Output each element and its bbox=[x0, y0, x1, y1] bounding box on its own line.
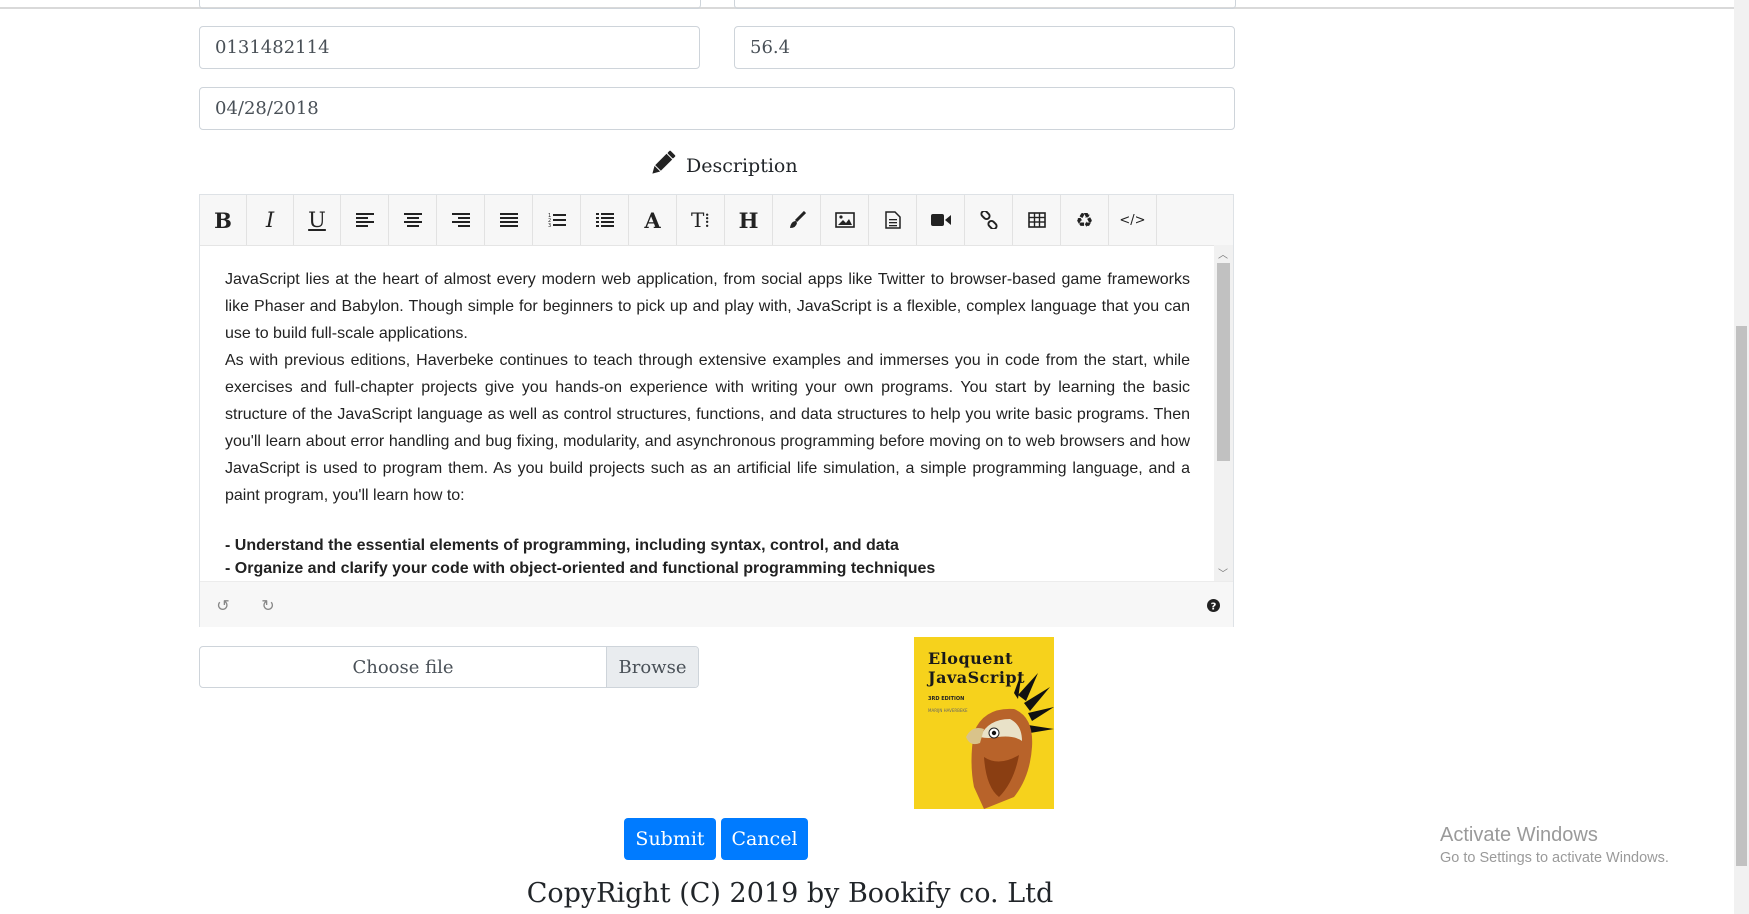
description-bullet: - Understand the essential elements of p… bbox=[225, 537, 899, 554]
file-icon bbox=[884, 211, 901, 229]
scroll-up-icon[interactable]: ︿ bbox=[1218, 246, 1228, 261]
isbn-input[interactable]: 0131482114 bbox=[199, 26, 700, 69]
undo-icon[interactable]: ↺ bbox=[212, 594, 234, 616]
file-input-label: Choose file bbox=[352, 656, 454, 678]
justify-button[interactable] bbox=[485, 195, 533, 245]
insert-image-button[interactable] bbox=[821, 195, 869, 245]
page-scrollbar-thumb[interactable] bbox=[1736, 326, 1747, 866]
font-color-button[interactable]: A bbox=[629, 195, 677, 245]
editor-toolbar: B I U 123 A T⁞ H ♻ </> bbox=[200, 195, 1233, 246]
activate-windows-watermark: Activate Windows Go to Settings to activ… bbox=[1440, 824, 1669, 866]
editor-statusbar: ↺ ↻ ? bbox=[200, 581, 1233, 627]
font-size-button[interactable]: T⁞ bbox=[677, 195, 725, 245]
ordered-list-button[interactable]: 123 bbox=[533, 195, 581, 245]
scroll-down-icon[interactable]: ﹀ bbox=[1218, 565, 1228, 580]
pencil-icon bbox=[648, 148, 686, 183]
unordered-list-button[interactable] bbox=[581, 195, 629, 245]
cancel-button[interactable]: Cancel bbox=[721, 818, 808, 860]
remove-format-button[interactable]: ♻ bbox=[1061, 195, 1109, 245]
insert-video-button[interactable] bbox=[917, 195, 965, 245]
rich-text-editor: B I U 123 A T⁞ H ♻ </> JavaScript lies a… bbox=[199, 194, 1234, 627]
description-label: Description bbox=[686, 154, 798, 177]
bold-button[interactable]: B bbox=[200, 195, 247, 245]
insert-table-button[interactable] bbox=[1013, 195, 1061, 245]
question-circle-icon[interactable]: ? bbox=[1202, 594, 1224, 616]
previous-field-edge-right bbox=[734, 0, 1236, 9]
insert-file-button[interactable] bbox=[869, 195, 917, 245]
redo-icon[interactable]: ↻ bbox=[257, 594, 279, 616]
underline-icon: U bbox=[308, 208, 326, 232]
table-icon bbox=[1027, 212, 1046, 228]
description-bullet: - Organize and clarify your code with ob… bbox=[225, 560, 936, 577]
editor-scrollbar[interactable]: ︿ ﹀ bbox=[1214, 245, 1233, 581]
underline-button[interactable]: U bbox=[294, 195, 341, 245]
align-center-icon bbox=[403, 213, 422, 227]
activate-windows-subtitle: Go to Settings to activate Windows. bbox=[1440, 850, 1669, 866]
page-scrollbar[interactable] bbox=[1734, 0, 1749, 914]
paint-brush-icon bbox=[789, 211, 806, 228]
heading-button[interactable]: H bbox=[725, 195, 773, 245]
previous-field-edge-left bbox=[199, 0, 701, 9]
description-paragraph: As with previous editions, Haverbeke con… bbox=[225, 352, 1190, 504]
price-input[interactable]: 56.4 bbox=[734, 26, 1235, 69]
file-upload-input[interactable]: Choose file Browse bbox=[199, 646, 699, 688]
parrot-illustration bbox=[966, 671, 1054, 809]
unordered-list-icon bbox=[595, 213, 614, 227]
link-icon bbox=[979, 211, 998, 229]
align-left-button[interactable] bbox=[341, 195, 389, 245]
code-view-button[interactable]: </> bbox=[1109, 195, 1157, 245]
description-paragraph: JavaScript lies at the heart of almost e… bbox=[225, 271, 1190, 342]
heading-icon: H bbox=[738, 207, 759, 233]
text-height-icon: T⁞ bbox=[691, 207, 710, 232]
isbn-value: 0131482114 bbox=[215, 37, 330, 58]
paint-brush-button[interactable] bbox=[773, 195, 821, 245]
italic-icon: I bbox=[265, 208, 275, 232]
align-right-icon bbox=[451, 213, 470, 227]
book-cover-image: Eloquent JavaScript 3RD EDITION MARIJN HA… bbox=[914, 637, 1054, 809]
activate-windows-title: Activate Windows bbox=[1440, 824, 1598, 846]
video-icon bbox=[930, 214, 951, 226]
price-value: 56.4 bbox=[750, 37, 791, 58]
align-left-icon bbox=[355, 213, 374, 227]
italic-button[interactable]: I bbox=[247, 195, 294, 245]
date-input[interactable]: 04/28/2018 bbox=[199, 87, 1235, 130]
editor-scrollbar-thumb[interactable] bbox=[1217, 263, 1230, 461]
ordered-list-icon: 123 bbox=[548, 213, 566, 228]
code-icon: </> bbox=[1119, 212, 1146, 228]
recycle-icon: ♻ bbox=[1075, 208, 1094, 232]
description-heading: Description bbox=[648, 148, 798, 183]
insert-link-button[interactable] bbox=[965, 195, 1013, 245]
align-center-button[interactable] bbox=[389, 195, 437, 245]
editor-content[interactable]: JavaScript lies at the heart of almost e… bbox=[200, 245, 1214, 581]
justify-icon bbox=[499, 213, 518, 227]
image-icon bbox=[834, 212, 855, 228]
browse-button[interactable]: Browse bbox=[606, 647, 698, 687]
svg-text:?: ? bbox=[1210, 601, 1216, 612]
svg-text:3: 3 bbox=[548, 223, 551, 228]
bold-icon: B bbox=[214, 207, 232, 233]
copyright-footer: CopyRight (C) 2019 by Bookify co. Ltd bbox=[526, 878, 1054, 909]
font-icon: A bbox=[644, 207, 661, 233]
date-value: 04/28/2018 bbox=[215, 98, 319, 119]
submit-button[interactable]: Submit bbox=[624, 818, 716, 860]
align-right-button[interactable] bbox=[437, 195, 485, 245]
